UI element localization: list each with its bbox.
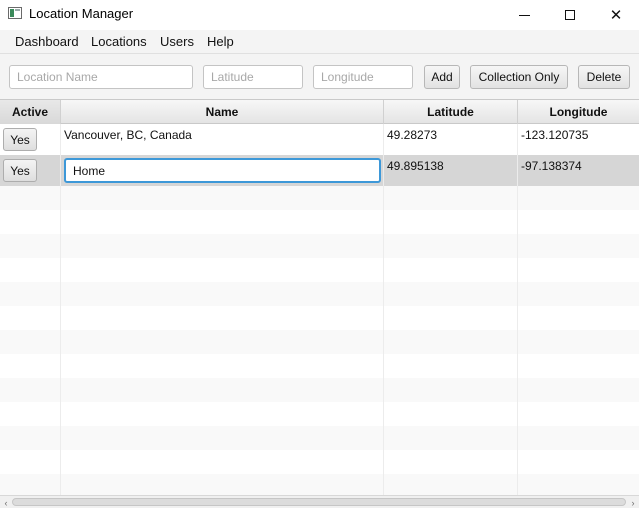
toolbar: Add Collection Only Delete (0, 54, 639, 100)
title-bar: Location Manager ✕ (0, 0, 639, 30)
longitude-cell[interactable]: -97.138374 (518, 155, 639, 186)
locations-table: Active Name Latitude Longitude Yes Vanco… (0, 100, 639, 495)
empty-row (0, 402, 639, 426)
scroll-right-icon[interactable]: › (627, 497, 639, 508)
table-row[interactable]: Yes Vancouver, BC, Canada 49.28273 -123.… (0, 124, 639, 155)
collection-only-button[interactable]: Collection Only (470, 65, 568, 89)
scroll-left-icon[interactable]: ‹ (0, 497, 12, 508)
name-cell[interactable]: Vancouver, BC, Canada (61, 124, 384, 155)
column-header-name[interactable]: Name (61, 100, 384, 124)
scrollbar-thumb[interactable] (12, 498, 626, 506)
empty-row (0, 306, 639, 330)
latitude-cell[interactable]: 49.895138 (384, 155, 518, 186)
longitude-cell[interactable]: -123.120735 (518, 124, 639, 155)
menu-users[interactable]: Users (160, 34, 194, 49)
empty-row (0, 354, 639, 378)
horizontal-scrollbar[interactable]: ‹ › (0, 495, 639, 508)
longitude-input[interactable] (313, 65, 413, 89)
empty-row (0, 474, 639, 495)
window-title: Location Manager (29, 6, 134, 21)
latitude-input[interactable] (203, 65, 303, 89)
empty-row (0, 210, 639, 234)
menu-locations[interactable]: Locations (91, 34, 147, 49)
column-divider (383, 124, 384, 495)
minimize-icon (518, 14, 530, 16)
latitude-cell[interactable]: 49.28273 (384, 124, 518, 155)
app-window-icon (8, 7, 22, 19)
column-header-latitude[interactable]: Latitude (384, 100, 518, 124)
empty-row (0, 258, 639, 282)
maximize-icon (565, 10, 575, 20)
menu-dashboard[interactable]: Dashboard (15, 34, 79, 49)
close-icon: ✕ (609, 7, 623, 24)
empty-row (0, 186, 639, 210)
column-divider (60, 124, 61, 495)
column-divider (517, 124, 518, 495)
table-row-selected[interactable]: Yes 49.895138 -97.138374 (0, 155, 639, 186)
active-toggle-button[interactable]: Yes (3, 159, 37, 182)
empty-row (0, 450, 639, 474)
minimize-button[interactable] (501, 0, 547, 30)
column-header-active[interactable]: Active (0, 100, 61, 124)
active-toggle-button[interactable]: Yes (3, 128, 37, 151)
name-edit-field[interactable] (64, 158, 381, 183)
add-button[interactable]: Add (424, 65, 460, 89)
column-header-longitude[interactable]: Longitude (518, 100, 639, 124)
location-name-input[interactable] (9, 65, 193, 89)
menu-bar: Dashboard Locations Users Help (0, 30, 639, 54)
close-button[interactable]: ✕ (593, 0, 639, 30)
delete-button[interactable]: Delete (578, 65, 630, 89)
maximize-button[interactable] (547, 0, 593, 30)
empty-row (0, 282, 639, 306)
empty-row (0, 426, 639, 450)
menu-help[interactable]: Help (207, 34, 234, 49)
empty-row (0, 234, 639, 258)
empty-row (0, 378, 639, 402)
table-header: Active Name Latitude Longitude (0, 100, 639, 124)
empty-row (0, 330, 639, 354)
